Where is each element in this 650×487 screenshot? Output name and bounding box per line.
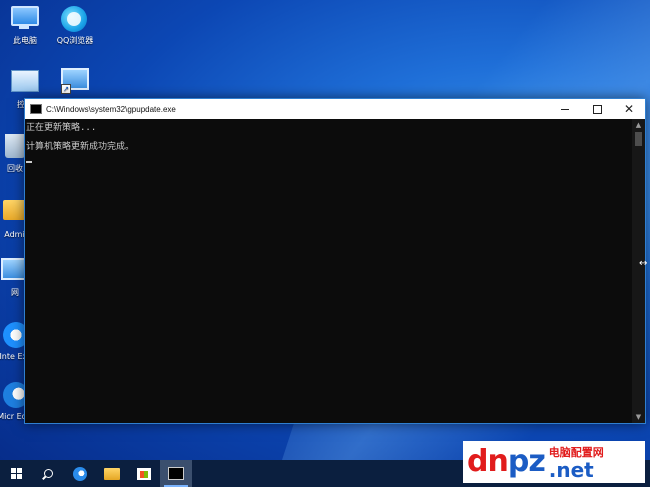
network-icon: ↗ bbox=[61, 68, 89, 94]
site-watermark: dnpz 电脑配置网 .net bbox=[463, 441, 645, 483]
minimize-button[interactable] bbox=[549, 99, 581, 119]
console-line: 正在更新策略... bbox=[26, 123, 97, 133]
close-button[interactable]: ✕ bbox=[613, 99, 645, 119]
watermark-logo-part-b: pz bbox=[507, 444, 546, 479]
watermark-logo-part-a: dn bbox=[467, 444, 509, 479]
file-explorer-icon bbox=[104, 467, 120, 480]
vertical-scrollbar[interactable]: ▲ ▼ bbox=[632, 119, 645, 423]
start-button[interactable] bbox=[0, 460, 32, 487]
console-app-icon[interactable] bbox=[30, 104, 42, 114]
qq-browser-icon bbox=[61, 6, 89, 32]
console-window[interactable]: C:\Windows\system32\gpupdate.exe ✕ 正在更新策… bbox=[24, 98, 646, 424]
watermark-logo: dnpz bbox=[463, 441, 546, 483]
taskbar-file-explorer[interactable] bbox=[96, 460, 128, 487]
search-icon bbox=[43, 469, 53, 478]
resize-cursor-icon: ↔ bbox=[639, 258, 648, 269]
computer-icon bbox=[11, 6, 39, 32]
desktop-icon-label: 此电脑 bbox=[13, 36, 37, 45]
window-title: C:\Windows\system32\gpupdate.exe bbox=[46, 104, 176, 114]
edge-icon bbox=[73, 466, 87, 481]
console-titlebar[interactable]: C:\Windows\system32\gpupdate.exe ✕ bbox=[25, 99, 645, 119]
console-line: 计算机策略更新成功完成。 bbox=[26, 142, 135, 152]
console-output[interactable]: 正在更新策略... 计算机策略更新成功完成。 bbox=[25, 119, 631, 423]
text-cursor bbox=[26, 161, 32, 163]
windows-logo-icon bbox=[10, 468, 22, 479]
desktop-icon-qq-browser[interactable]: QQ浏览器 bbox=[50, 6, 100, 46]
cmd-icon bbox=[168, 467, 184, 480]
scroll-down-icon[interactable]: ▼ bbox=[632, 411, 645, 423]
scrollbar-thumb[interactable] bbox=[635, 132, 642, 146]
desktop-icon-this-pc[interactable]: 此电脑 bbox=[0, 6, 50, 46]
watermark-net-text: .net bbox=[548, 458, 594, 482]
search-button[interactable] bbox=[32, 460, 64, 487]
taskbar-cmd[interactable] bbox=[160, 460, 192, 487]
scroll-up-icon[interactable]: ▲ bbox=[632, 119, 645, 131]
desktop-icon-label: QQ浏览器 bbox=[56, 36, 94, 45]
shortcut-arrow-icon: ↗ bbox=[61, 84, 71, 94]
taskbar-store[interactable] bbox=[128, 460, 160, 487]
desktop-icon-network-shortcut[interactable]: ↗ bbox=[50, 68, 100, 98]
control-panel-icon bbox=[11, 70, 39, 96]
taskbar-edge[interactable] bbox=[64, 460, 96, 487]
maximize-button[interactable] bbox=[581, 99, 613, 119]
store-icon bbox=[137, 467, 151, 480]
